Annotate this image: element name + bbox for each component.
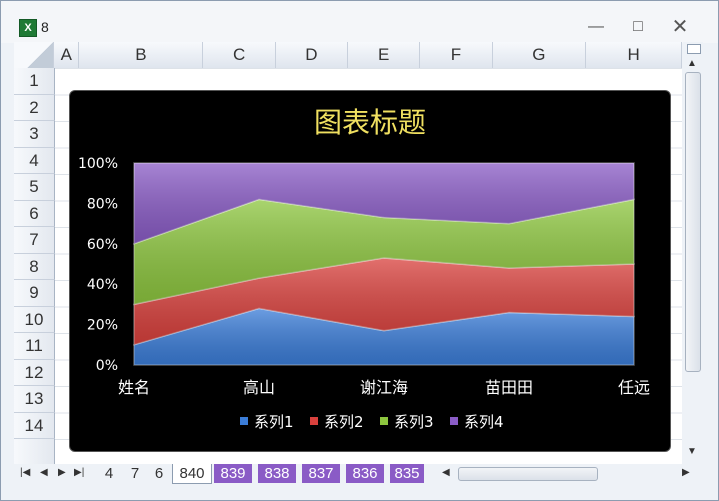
chart-title[interactable]: 图表标题 xyxy=(314,106,426,139)
row-header[interactable]: 1 xyxy=(14,68,55,95)
sheet-tab[interactable]: 839 xyxy=(214,464,252,483)
minimize-icon[interactable]: — xyxy=(585,17,607,37)
column-headers: A B C D E F G H xyxy=(14,42,682,69)
row-header[interactable]: 13 xyxy=(14,386,55,413)
row-header[interactable]: 9 xyxy=(14,280,55,307)
x-tick-label: 任远 xyxy=(618,378,650,397)
row-header[interactable]: 4 xyxy=(14,147,55,174)
row-header[interactable]: 7 xyxy=(14,227,55,254)
y-tick-label: 80% xyxy=(87,196,118,212)
row-header[interactable]: 10 xyxy=(14,306,55,333)
y-tick-label: 40% xyxy=(87,277,118,293)
excel-icon: X xyxy=(19,19,37,37)
column-header-a[interactable]: A xyxy=(54,42,80,68)
sheet-tab-active[interactable]: 840 xyxy=(172,464,212,484)
sheet-tab[interactable]: 836 xyxy=(346,464,384,483)
vertical-scrollbar[interactable]: ▲ ▼ xyxy=(683,42,703,464)
select-all-corner[interactable] xyxy=(14,42,55,68)
sheet-tab-bar: |◀ ◀ ▶ ▶| 4 7 6 840 839 838 837 836 835 … xyxy=(14,464,704,484)
row-header[interactable]: 2 xyxy=(14,94,55,121)
sheet-tab[interactable]: 6 xyxy=(148,464,170,483)
next-sheet-icon[interactable]: ▶ xyxy=(58,467,66,478)
sheet-tab[interactable]: 835 xyxy=(390,464,424,483)
chart-svg: 0% 20% 40% 60% 80% 100% 姓名 高山 谢江海 苗田田 任远 系列1 系列2 系列… xyxy=(78,106,650,431)
x-tick-label: 高山 xyxy=(243,378,275,397)
chart-object[interactable]: 0% 20% 40% 60% 80% 100% 姓名 高山 谢江海 苗田田 任远 系列1 系列2 系列… xyxy=(69,90,671,452)
sheet-tab[interactable]: 7 xyxy=(124,464,146,483)
row-header[interactable]: 3 xyxy=(14,121,55,148)
sheet-tab[interactable]: 837 xyxy=(302,464,340,483)
row-header[interactable] xyxy=(14,439,55,464)
scroll-down-icon[interactable]: ▼ xyxy=(687,446,697,457)
legend-label-3[interactable]: 系列3 xyxy=(394,413,434,431)
restore-icon[interactable]: □ xyxy=(627,17,649,37)
column-header-e[interactable]: E xyxy=(348,42,421,68)
scroll-left-icon[interactable]: ◀ xyxy=(442,467,450,478)
y-tick-label: 100% xyxy=(78,156,118,172)
last-sheet-icon[interactable]: ▶| xyxy=(74,467,84,478)
first-sheet-icon[interactable]: |◀ xyxy=(20,467,30,478)
column-header-d[interactable]: D xyxy=(276,42,348,68)
legend-label-1[interactable]: 系列1 xyxy=(254,413,294,431)
column-header-g[interactable]: G xyxy=(493,42,587,68)
row-header[interactable]: 5 xyxy=(14,174,55,201)
legend-label-2[interactable]: 系列2 xyxy=(324,413,364,431)
legend-swatch-2 xyxy=(310,417,318,425)
row-header[interactable]: 11 xyxy=(14,333,55,360)
scroll-up-icon[interactable]: ▲ xyxy=(687,58,697,69)
window-title: 8 xyxy=(41,19,49,35)
column-header-b[interactable]: B xyxy=(79,42,204,68)
y-tick-label: 0% xyxy=(96,358,118,374)
vertical-scroll-thumb[interactable] xyxy=(685,72,701,372)
column-header-c[interactable]: C xyxy=(203,42,276,68)
y-tick-label: 60% xyxy=(87,237,118,253)
legend-swatch-3 xyxy=(380,417,388,425)
row-header[interactable]: 12 xyxy=(14,359,55,386)
x-tick-label: 姓名 xyxy=(118,378,150,397)
row-header[interactable]: 6 xyxy=(14,200,55,227)
prev-sheet-icon[interactable]: ◀ xyxy=(40,467,48,478)
horizontal-scroll-thumb[interactable] xyxy=(458,467,598,481)
x-tick-label: 谢江海 xyxy=(360,378,408,397)
horizontal-scrollbar[interactable]: ◀ ▶ xyxy=(438,466,696,482)
column-header-f[interactable]: F xyxy=(420,42,493,68)
row-header[interactable]: 8 xyxy=(14,253,55,280)
legend-label-4[interactable]: 系列4 xyxy=(464,413,504,431)
split-handle-icon[interactable] xyxy=(687,44,701,54)
row-header[interactable]: 14 xyxy=(14,412,55,439)
sheet-tab[interactable]: 4 xyxy=(98,464,120,483)
title-bar: X 8 — □ ✕ xyxy=(1,1,718,43)
sheet-tab[interactable]: 838 xyxy=(258,464,296,483)
legend-swatch-4 xyxy=(450,417,458,425)
x-tick-label: 苗田田 xyxy=(485,378,533,397)
scroll-right-icon[interactable]: ▶ xyxy=(682,467,690,478)
legend-swatch-1 xyxy=(240,417,248,425)
row-headers: 1 2 3 4 5 6 7 8 9 10 11 12 13 14 xyxy=(14,68,55,464)
y-tick-label: 20% xyxy=(87,318,118,334)
close-icon[interactable]: ✕ xyxy=(669,17,691,37)
column-header-h[interactable]: H xyxy=(586,42,682,68)
